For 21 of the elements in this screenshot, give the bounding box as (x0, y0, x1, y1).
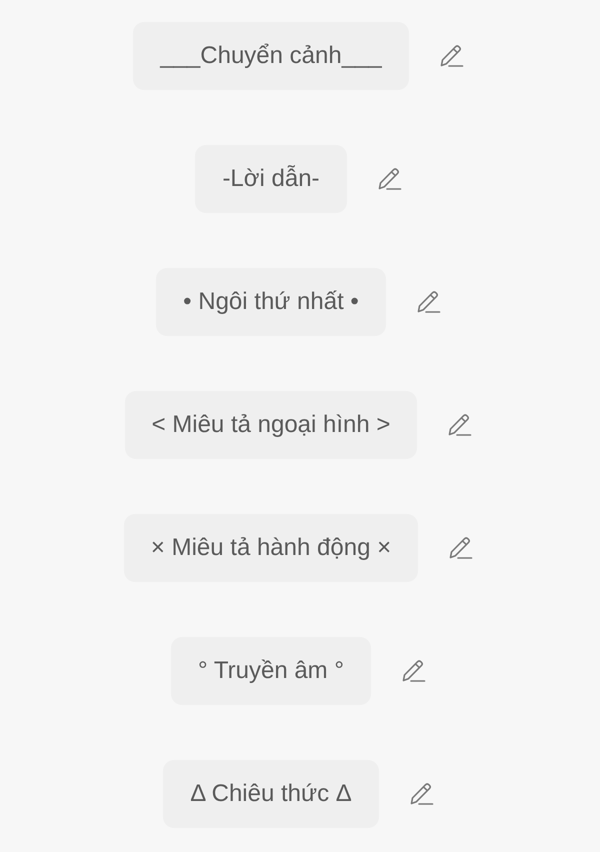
edit-button[interactable] (438, 43, 464, 69)
tag-button[interactable]: ___Chuyển cảnh___ (133, 22, 409, 90)
pencil-icon (376, 166, 402, 192)
edit-button[interactable] (408, 781, 434, 807)
pencil-icon (438, 43, 464, 69)
tag-button[interactable]: ° Truyền âm ° (171, 637, 371, 705)
edit-button[interactable] (400, 658, 426, 684)
edit-button[interactable] (376, 166, 402, 192)
pencil-icon (408, 781, 434, 807)
tag-button[interactable]: • Ngôi thứ nhất • (156, 268, 386, 336)
tag-button[interactable]: × Miêu tả hành động × (124, 514, 418, 582)
pencil-icon (400, 658, 426, 684)
tag-button[interactable]: -Lời dẫn- (195, 145, 347, 213)
pencil-icon (447, 535, 474, 561)
edit-button[interactable] (414, 289, 441, 315)
edit-button[interactable] (447, 535, 474, 561)
pencil-icon (446, 412, 472, 438)
pencil-icon (414, 289, 441, 315)
edit-button[interactable] (446, 412, 472, 438)
tag-button[interactable]: Δ Chiêu thức Δ (163, 760, 379, 828)
tag-button[interactable]: < Miêu tả ngoại hình > (124, 391, 418, 459)
